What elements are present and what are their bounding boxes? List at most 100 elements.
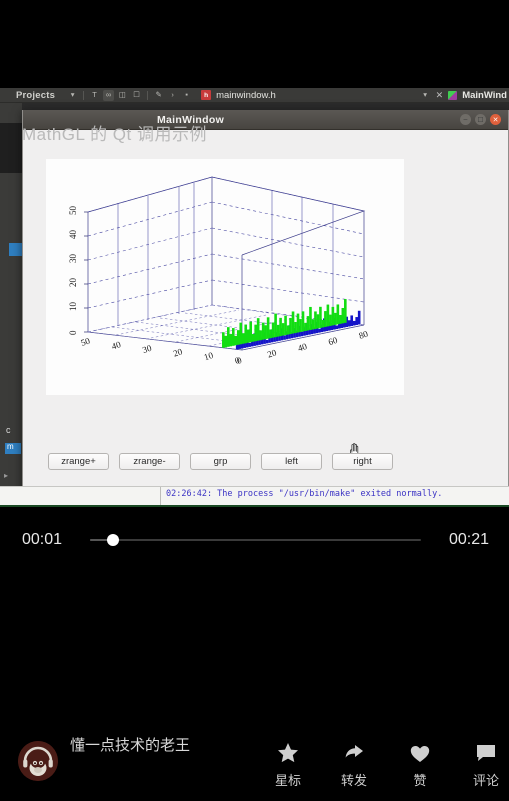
bar-green-36 xyxy=(311,319,315,330)
bar-green-23 xyxy=(279,317,282,337)
window-icon[interactable]: ☐ xyxy=(131,90,142,101)
zrange-minus-button[interactable]: zrange- xyxy=(119,453,180,470)
bar-green-25 xyxy=(284,315,287,336)
projects-label[interactable]: Projects xyxy=(0,90,55,101)
share-action-label: 转发 xyxy=(340,773,367,788)
tick-label: 20 xyxy=(266,347,278,359)
bar-blue-15 xyxy=(273,337,276,342)
bar-blue-19 xyxy=(283,335,286,340)
seek-track[interactable] xyxy=(90,539,421,541)
video-title: MathGL 的 Qt 调用示例 xyxy=(22,125,207,144)
ide-toolbar-icons: ▾ T ∞ ◫ ☐ ✎ › ▪ xyxy=(67,89,192,101)
bar-green-29 xyxy=(294,322,297,334)
bar-green-13 xyxy=(254,324,257,342)
bar-green-41 xyxy=(324,311,327,327)
seek-thumb[interactable] xyxy=(107,534,120,546)
bar-blue-12 xyxy=(265,339,269,344)
maximize-icon[interactable]: ☐ xyxy=(475,114,486,125)
ide-output-pane: 02:26:42: The process "/usr/bin/make" ex… xyxy=(0,486,509,507)
bar-blue-5 xyxy=(248,342,251,347)
chevron-down-icon[interactable]: ▾ xyxy=(67,90,78,101)
bar-green-31 xyxy=(299,319,302,333)
forward-arrow-icon[interactable]: › xyxy=(167,90,178,101)
right-button[interactable]: right xyxy=(332,453,393,470)
right-window-label: MainWind xyxy=(462,89,507,101)
mathgl-plot-canvas[interactable]: 0 10 20 30 40 50 50 40 30 20 10 0 0 20 40 60 80 xyxy=(46,159,404,461)
heart-icon xyxy=(408,740,432,766)
seek-bar[interactable] xyxy=(90,525,421,555)
bar-green-9 xyxy=(244,324,248,344)
minimize-icon[interactable]: – xyxy=(460,114,471,125)
bar-blue-46 xyxy=(350,315,354,326)
action-button-row: 星标 转发 赞 评论 xyxy=(255,740,509,789)
sidebar-expand-icon[interactable]: ▸ xyxy=(4,471,8,480)
video-player-controls: 00:01 00:21 xyxy=(0,510,509,570)
bar-green-8 xyxy=(241,333,245,344)
header-file-icon: h xyxy=(201,90,212,100)
output-divider xyxy=(160,487,161,507)
bar-green-45 xyxy=(334,312,337,325)
chevron-down-icon-right[interactable]: ▾ xyxy=(420,90,431,101)
z-axis-tick-labels: 0 10 20 30 40 50 xyxy=(68,206,78,336)
bar-green-37 xyxy=(314,311,317,329)
bar-green-44 xyxy=(331,306,335,326)
file-tab-mainwindow-h[interactable]: h mainwindow.h xyxy=(201,90,276,101)
bar-green-35 xyxy=(309,306,312,330)
bar-green-21 xyxy=(274,313,277,338)
avatar[interactable] xyxy=(18,741,58,781)
tick-label: 40 xyxy=(110,339,122,351)
bar-green-7 xyxy=(239,322,243,345)
bar-green-33 xyxy=(304,322,307,331)
toolbar-divider-2 xyxy=(147,90,149,100)
filter-icon[interactable]: T xyxy=(89,90,100,101)
bar-green-49 xyxy=(344,299,347,323)
like-action[interactable]: 赞 xyxy=(387,740,453,789)
zrange-plus-button[interactable]: zrange+ xyxy=(48,453,109,470)
bar-green-46 xyxy=(336,304,340,325)
like-action-label: 赞 xyxy=(413,773,427,788)
bar-green-47 xyxy=(339,314,342,324)
close-icon[interactable]: ✕ xyxy=(436,90,444,101)
share-action[interactable]: 转发 xyxy=(321,740,387,789)
current-time-label: 00:01 xyxy=(22,531,63,548)
build-output-message: 02:26:42: The process "/usr/bin/make" ex… xyxy=(166,489,443,499)
bar-green-3 xyxy=(229,334,233,347)
bar-green-0 xyxy=(222,332,225,348)
video-player-surface[interactable]: Projects ▾ T ∞ ◫ ☐ ✎ › ▪ h mainwindow.h … xyxy=(0,0,509,510)
bar-green-11 xyxy=(249,321,253,343)
split-icon[interactable]: ◫ xyxy=(117,90,128,101)
bar-green-10 xyxy=(246,329,250,343)
bar-green-15 xyxy=(259,330,262,341)
comment-action[interactable]: 评论 xyxy=(453,740,509,789)
bar-green-5 xyxy=(234,335,238,346)
monkey-headphones-avatar-icon xyxy=(18,741,58,781)
tick-label: 30 xyxy=(141,343,153,355)
star-action[interactable]: 星标 xyxy=(255,740,321,789)
stop-icon[interactable]: ▪ xyxy=(181,90,192,101)
link-icon[interactable]: ∞ xyxy=(103,89,115,101)
left-button[interactable]: left xyxy=(261,453,322,470)
file-tab-label: mainwindow.h xyxy=(216,89,276,101)
bar-green-34 xyxy=(306,316,310,331)
tick-label: 10 xyxy=(203,350,215,362)
close-icon[interactable]: ✕ xyxy=(490,114,501,125)
comment-icon xyxy=(474,740,498,766)
share-icon xyxy=(342,740,366,766)
bar-green-20 xyxy=(271,322,275,338)
grp-button[interactable]: grp xyxy=(190,453,251,470)
bar-blue-26 xyxy=(300,331,304,337)
bar-green-27 xyxy=(289,317,292,335)
bar-blue-48 xyxy=(355,317,358,325)
pencil-icon[interactable]: ✎ xyxy=(153,90,164,101)
bar-blue-33 xyxy=(318,328,321,333)
bar-green-1 xyxy=(224,335,228,348)
bar-green-48 xyxy=(341,307,345,324)
window-client-area: 0 10 20 30 40 50 50 40 30 20 10 0 0 20 40 60 80 zrange… xyxy=(23,130,508,499)
bar-green-18 xyxy=(266,317,270,339)
author-name[interactable]: 懂一点技术的老王 xyxy=(70,735,220,757)
sidebar-selection-1[interactable] xyxy=(9,243,22,256)
bar-green-32 xyxy=(301,311,305,332)
bar-green-30 xyxy=(296,313,300,333)
bar-blue-47 xyxy=(352,320,356,326)
plot-3d-svg: 01020304050 50 40 30 20 10 0 020406080 xyxy=(68,176,370,366)
